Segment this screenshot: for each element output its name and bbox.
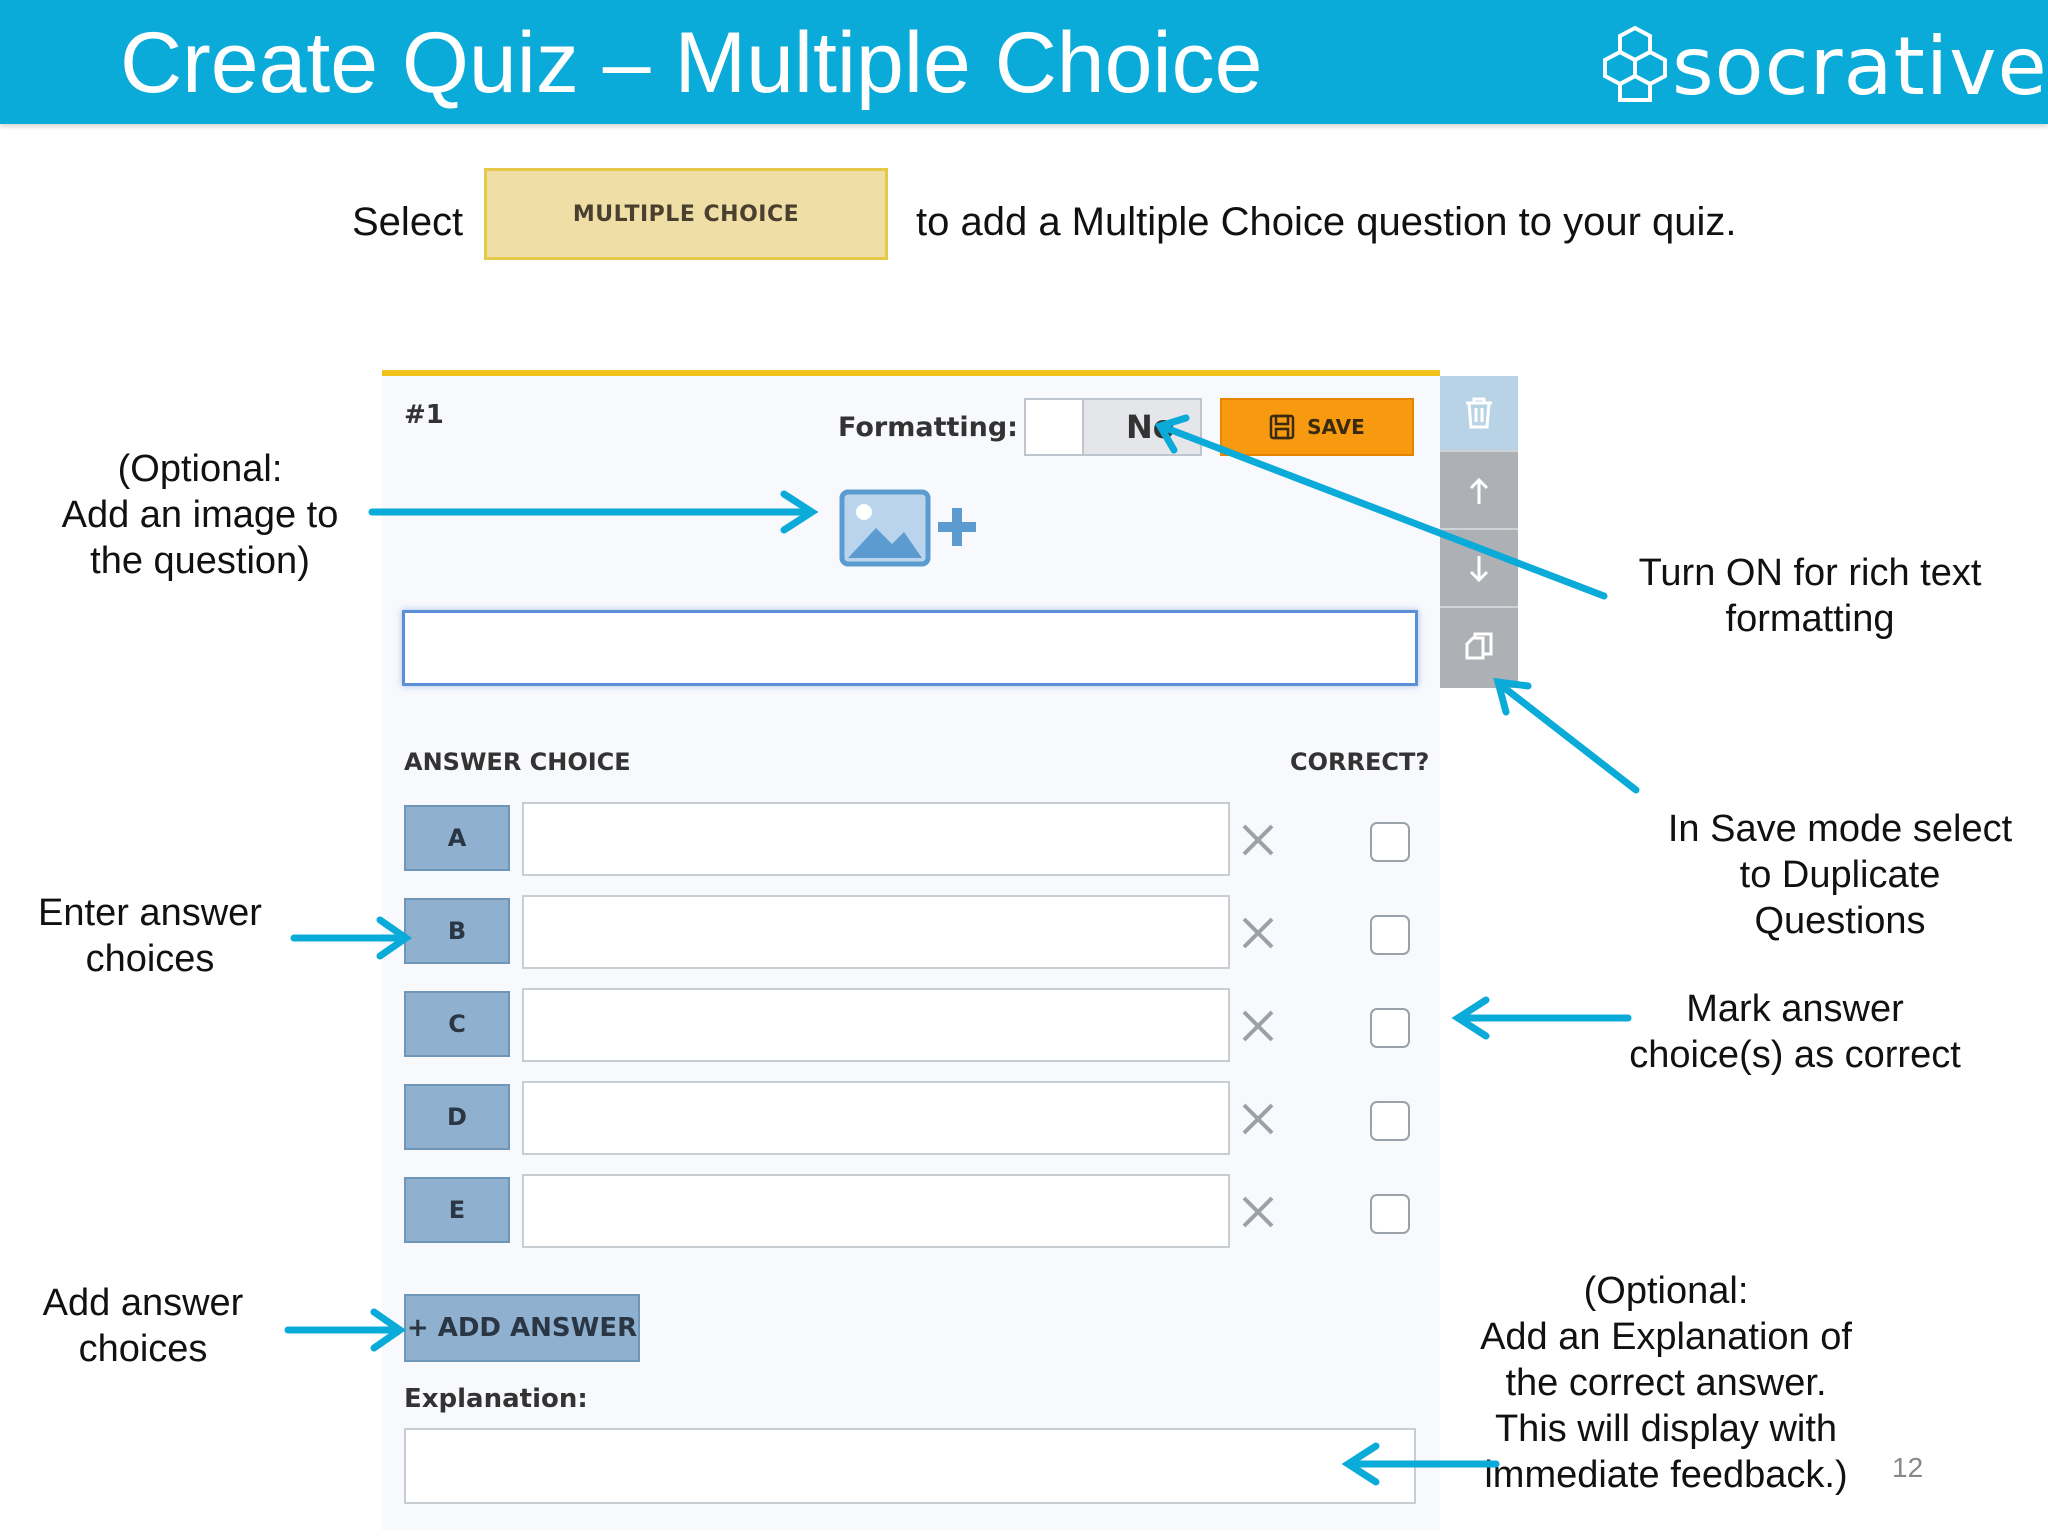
correct-checkbox-c[interactable]: [1370, 1008, 1410, 1048]
note-duplicate: In Save mode select to Duplicate Questio…: [1667, 808, 2013, 942]
toggle-knob: [1026, 400, 1084, 454]
hexagon-logo-icon: [1603, 25, 1667, 102]
arrow-down-icon: [1469, 556, 1489, 583]
add-image-icon: [839, 489, 976, 567]
trash-icon: [1466, 397, 1492, 429]
add-answer-button[interactable]: + ADD ANSWER: [404, 1294, 640, 1362]
remove-answer-b-icon[interactable]: [1240, 915, 1276, 951]
save-label: SAVE: [1307, 415, 1365, 439]
question-side-toolbar: [1440, 376, 1518, 688]
remove-answer-a-icon[interactable]: [1240, 822, 1276, 858]
save-button[interactable]: SAVE: [1220, 398, 1414, 456]
answer-letter-e: E: [404, 1177, 510, 1243]
answer-input-e[interactable]: [522, 1174, 1230, 1248]
note-explanation: (Optional: Add an Explanation of the cor…: [1480, 1270, 1852, 1496]
correct-checkbox-d[interactable]: [1370, 1101, 1410, 1141]
answer-input-a[interactable]: [522, 802, 1230, 876]
duplicate-question-button[interactable]: [1440, 610, 1518, 686]
remove-answer-e-icon[interactable]: [1240, 1194, 1276, 1230]
logo-wordmark: socrative: [1672, 20, 2048, 113]
answer-letter-d: D: [404, 1084, 510, 1150]
answer-choice-header: ANSWER CHOICE: [404, 748, 631, 776]
note-mark-correct: Mark answer choice(s) as correct: [1629, 988, 1961, 1076]
correct-header: CORRECT?: [1290, 748, 1430, 776]
move-down-button[interactable]: [1440, 532, 1518, 608]
arrow-up-icon: [1469, 477, 1489, 504]
remove-answer-c-icon[interactable]: [1240, 1008, 1276, 1044]
multiple-choice-button[interactable]: MULTIPLE CHOICE: [484, 168, 888, 260]
correct-checkbox-a[interactable]: [1370, 822, 1410, 862]
formatting-toggle[interactable]: No: [1024, 398, 1202, 456]
note-add-answers: Add answer choices: [42, 1282, 244, 1370]
answer-letter-a: A: [404, 805, 510, 871]
remove-answer-d-icon[interactable]: [1240, 1101, 1276, 1137]
explanation-label: Explanation:: [404, 1384, 588, 1414]
instruction-suffix: to add a Multiple Choice question to you…: [916, 200, 1737, 244]
note-enter-answers: Enter answer choices: [38, 892, 262, 980]
answer-letter-b: B: [404, 898, 510, 964]
correct-checkbox-b[interactable]: [1370, 915, 1410, 955]
answer-input-c[interactable]: [522, 988, 1230, 1062]
page-number: 12: [1892, 1452, 1924, 1483]
socrative-logo: socrative: [1600, 20, 2047, 113]
page-title: Create Quiz – Multiple Choice: [120, 15, 1263, 111]
answer-letter-c: C: [404, 991, 510, 1057]
answer-input-d[interactable]: [522, 1081, 1230, 1155]
formatting-label: Formatting:: [838, 412, 1018, 443]
question-number: #1: [404, 400, 444, 430]
explanation-input[interactable]: [404, 1428, 1416, 1504]
instruction-prefix: Select: [352, 200, 464, 244]
move-up-button[interactable]: [1440, 454, 1518, 530]
note-rich-text: Turn ON for rich text formatting: [1638, 552, 1982, 640]
answer-input-b[interactable]: [522, 895, 1230, 969]
delete-question-button[interactable]: [1440, 376, 1518, 452]
formatting-state: No: [1126, 408, 1175, 446]
question-text-input[interactable]: [402, 610, 1418, 686]
note-optional-image: (Optional: Add an image to the question): [61, 448, 339, 582]
duplicate-icon: [1465, 632, 1493, 660]
save-icon: [1269, 414, 1295, 440]
add-image-button[interactable]: [838, 488, 980, 568]
correct-checkbox-e[interactable]: [1370, 1194, 1410, 1234]
